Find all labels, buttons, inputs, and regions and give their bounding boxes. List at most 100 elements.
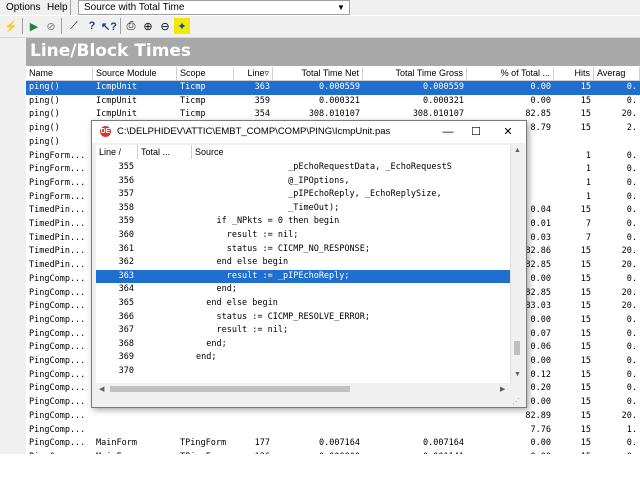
source-code: status := CICMP_RESOLVE_ERROR; xyxy=(196,311,370,322)
source-line[interactable]: 370 xyxy=(96,365,510,379)
cell-average: 20. xyxy=(621,301,637,312)
cell-name: PingComp... xyxy=(29,383,86,394)
column-header-hits[interactable]: Hits xyxy=(554,67,594,81)
run-icon[interactable]: ✦ xyxy=(174,18,190,34)
cell-scope xyxy=(177,424,234,438)
source-line[interactable]: 367 result := nil; xyxy=(96,324,510,338)
source-line[interactable]: 357 _pIPEchoReply, _EchoReplySize, xyxy=(96,188,510,202)
cell-name: TimedPin... xyxy=(29,219,86,229)
column-header-scope[interactable]: Scope xyxy=(177,67,234,81)
horizontal-scrollbar[interactable]: ◀ ▶ xyxy=(96,383,510,395)
line-number: 366 xyxy=(118,311,134,322)
help-icon[interactable]: ? xyxy=(84,18,100,34)
source-line[interactable]: 369 end; xyxy=(96,351,510,365)
source-line[interactable]: 363 result := _pIPEchoReply; xyxy=(96,269,510,284)
table-row[interactable]: PingComp... 7.76 15 1. xyxy=(26,424,640,438)
source-code: _pIPEchoReply, _EchoReplySize, xyxy=(196,189,442,200)
view-mode-combo-value: Source with Total Time xyxy=(84,2,185,13)
source-line[interactable]: 361 status := CICMP_NO_RESPONSE; xyxy=(96,243,510,257)
menu-help[interactable]: Help xyxy=(47,2,68,13)
column-header-total-net[interactable]: Total Time Net xyxy=(273,67,363,81)
chevron-down-icon[interactable]: ▼ xyxy=(335,1,347,14)
toolbar-separator xyxy=(120,18,121,34)
wand-icon[interactable]: ⟋ xyxy=(66,18,82,34)
cell-percent: 82.89 xyxy=(525,410,551,421)
dialog-titlebar[interactable]: DE C:\DELPHIDEV\ATTIC\EMBT_COMP\COMP\PIN… xyxy=(92,121,526,143)
column-header-source-module[interactable]: Source Module xyxy=(93,67,177,81)
source-line[interactable]: 355 _pEchoRequestData, _EchoRequestS xyxy=(96,161,510,175)
vertical-scroll-thumb[interactable] xyxy=(514,341,520,355)
help-pointer-icon[interactable]: ↖? xyxy=(101,18,117,34)
stop-icon[interactable]: ⊘ xyxy=(43,18,59,34)
scroll-left-icon[interactable]: ◀ xyxy=(99,385,104,393)
source-line[interactable]: 365 end else begin xyxy=(96,297,510,311)
menu-options[interactable]: Options xyxy=(6,2,40,13)
column-header-percent-total[interactable]: % of Total ... xyxy=(467,67,554,81)
dialog-column-source[interactable]: Source xyxy=(192,145,510,159)
source-line[interactable]: 359 if _NPkts = 0 then begin xyxy=(96,215,510,229)
table-row[interactable]: ping() IcmpUnit Ticmp 359 0.000321 0.000321 0.… xyxy=(26,95,640,109)
source-line[interactable]: 358 _TimeOut); xyxy=(96,202,510,216)
table-row[interactable]: ping() IcmpUnit Ticmp 363 0.000559 0.000559 0.… xyxy=(26,81,640,95)
table-row[interactable]: PingComp... MainForm TPingForm 177 0.007164 0… xyxy=(26,437,640,451)
vertical-scrollbar[interactable]: ▲ ▼ xyxy=(510,145,523,383)
source-line[interactable]: 366 status := CICMP_RESOLVE_ERROR; xyxy=(96,311,510,325)
print-icon[interactable]: ⎙ xyxy=(123,18,139,34)
column-header-total-gross[interactable]: Total Time Gross xyxy=(363,67,467,81)
scroll-right-icon[interactable]: ▶ xyxy=(500,385,505,393)
table-row[interactable]: PingComp... 82.89 15 20. xyxy=(26,410,640,424)
source-line[interactable]: 360 result := nil; xyxy=(96,229,510,243)
cell-name: PingComp... xyxy=(29,424,86,435)
source-code: end else begin xyxy=(196,257,289,268)
source-line[interactable]: 368 end; xyxy=(96,338,510,352)
cell-gross: 0.000559 xyxy=(423,82,464,92)
source-code: if _NPkts = 0 then begin xyxy=(196,216,340,227)
cell-percent: 0.00 xyxy=(530,82,551,92)
lightning-icon[interactable]: ⚡ xyxy=(3,18,19,34)
cell-hits: 1 xyxy=(585,177,591,188)
maximize-icon[interactable]: ☐ xyxy=(464,123,488,141)
resize-grip-icon[interactable]: ⋰ xyxy=(512,397,522,407)
cell-net: 0.000559 xyxy=(319,82,360,92)
zoom-out-icon[interactable]: ⊖ xyxy=(157,18,173,34)
cell-scope xyxy=(177,410,234,424)
source-code: end; xyxy=(196,284,237,295)
dialog-column-line[interactable]: Line / xyxy=(96,145,138,159)
source-code: _pEchoRequestData, _EchoRequestS xyxy=(196,162,452,172)
column-header-name[interactable]: Name xyxy=(26,67,93,81)
cell-name: PingForm... xyxy=(29,150,86,161)
cell-average xyxy=(594,136,640,150)
cell-scope: Ticmp xyxy=(180,95,206,106)
cell-hits: 15 xyxy=(580,109,591,120)
source-line[interactable]: 364 end; xyxy=(96,283,510,297)
scroll-down-icon[interactable]: ▼ xyxy=(514,371,521,378)
source-line[interactable]: 356 @_IPOptions, xyxy=(96,175,510,189)
source-listing: 355 _pEchoRequestData, _EchoRequestS 356 … xyxy=(96,159,510,383)
cell-line: 363 xyxy=(254,82,270,92)
line-number: 357 xyxy=(118,189,134,200)
zoom-in-icon[interactable]: ⊕ xyxy=(140,18,156,34)
cell-percent: 0.00 xyxy=(530,95,551,106)
dialog-column-total[interactable]: Total ... xyxy=(138,145,192,159)
cell-line xyxy=(234,424,273,438)
cell-average: 0. xyxy=(626,314,637,325)
column-header-average[interactable]: Averag xyxy=(594,67,640,81)
cell-hits: 7 xyxy=(585,232,591,243)
cell-name: PingForm... xyxy=(29,177,86,188)
line-number: 365 xyxy=(118,298,134,308)
view-mode-combo[interactable]: Source with Total Time ▼ xyxy=(78,0,350,15)
horizontal-scroll-thumb[interactable] xyxy=(110,386,350,392)
close-icon[interactable]: ✕ xyxy=(496,123,520,141)
cell-hits: 15 xyxy=(580,369,591,380)
minimize-icon[interactable]: — xyxy=(436,123,460,141)
cell-gross: 0.000321 xyxy=(423,95,464,106)
cell-hits: 1 xyxy=(585,150,591,161)
cell-average: 0. xyxy=(626,205,637,216)
scroll-up-icon[interactable]: ▲ xyxy=(514,147,521,154)
cell-hits: 1 xyxy=(585,191,591,202)
column-header-line-label: Line xyxy=(247,68,265,78)
source-line[interactable]: 362 end else begin xyxy=(96,256,510,270)
cell-hits: 15 xyxy=(580,123,591,134)
play-icon[interactable]: ▶ xyxy=(26,18,42,34)
column-header-line[interactable]: Line▿ xyxy=(234,67,273,81)
